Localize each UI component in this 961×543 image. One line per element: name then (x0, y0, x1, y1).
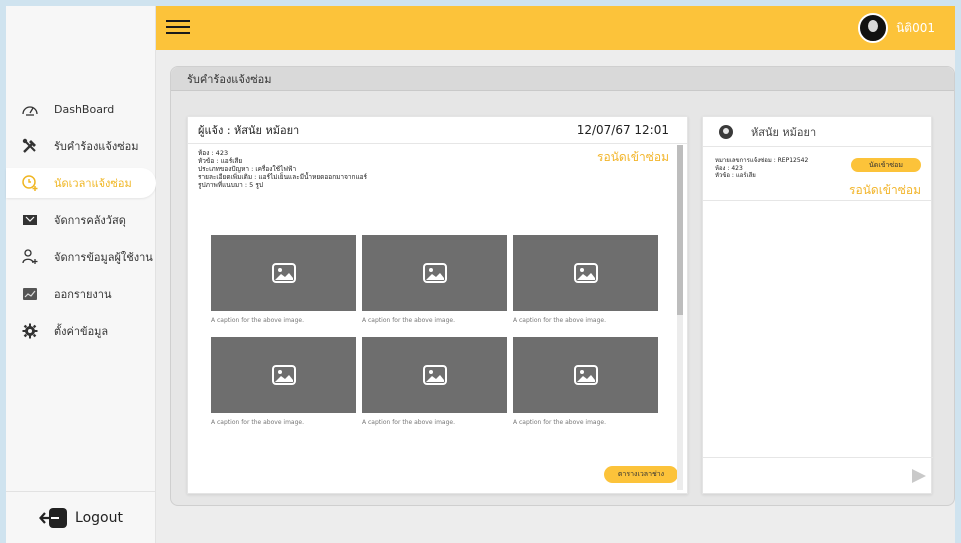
user-menu[interactable]: นิติ001 (858, 13, 935, 43)
sidebar: DashBoard รับคำร้องแจ้งซ่อม นัดเวลาแจ้งซ… (6, 6, 156, 543)
detail-line: รายละเอียดเพิ่มเติม : แอร์ไม่เย็นและมีน้… (198, 173, 368, 181)
scrollbar[interactable] (677, 145, 683, 490)
sidebar-item-label: จัดการคลังวัสดุ (54, 214, 126, 227)
gear-icon (20, 321, 40, 341)
image-placeholder[interactable] (513, 235, 658, 311)
logout-label: Logout (75, 509, 123, 526)
sidebar-item-inventory[interactable]: จัดการคลังวัสดุ (6, 205, 156, 235)
image-caption: A caption for the above image. (211, 317, 305, 324)
tools-icon (20, 136, 40, 156)
appoint-repair-button[interactable]: นัดเข้าซ่อม (851, 158, 921, 172)
chat-input-bar (703, 457, 933, 493)
gallery-item[interactable]: A caption for the above image. (211, 235, 356, 324)
chat-header: หัสนัย หม้อยา (703, 117, 931, 147)
sidebar-item-repair-requests[interactable]: รับคำร้องแจ้งซ่อม (6, 131, 156, 161)
page-title: รับคำร้องแจ้งซ่อม (171, 67, 954, 91)
detail-line: ประเภทของปัญหา : เครื่องใช้ไฟฟ้า (198, 165, 297, 173)
gallery-item[interactable]: A caption for the above image. (513, 235, 658, 324)
image-icon (422, 365, 447, 385)
image-caption: A caption for the above image. (362, 419, 456, 426)
sidebar-item-appointments[interactable]: นัดเวลาแจ้งซ่อม (6, 168, 156, 198)
image-icon (573, 263, 598, 283)
sidebar-item-label: ออกรายงาน (54, 288, 112, 301)
image-caption: A caption for the above image. (362, 317, 456, 324)
gallery-item[interactable]: A caption for the above image. (362, 337, 507, 426)
user-add-icon (20, 247, 40, 267)
message-input[interactable] (715, 468, 895, 484)
sidebar-item-settings[interactable]: ตั้งค่าข้อมูล (6, 316, 156, 346)
report-icon (20, 284, 40, 304)
send-icon[interactable] (911, 468, 927, 484)
image-placeholder[interactable] (513, 337, 658, 413)
status-badge: รอนัดเข้าซ่อม (849, 183, 921, 197)
gallery-item[interactable]: A caption for the above image. (362, 235, 507, 324)
gallery-item[interactable]: A caption for the above image. (513, 337, 658, 426)
clock-plus-icon (20, 173, 40, 193)
report-header: ผู้แจ้ง : หัสนัย หม้อยา 12/07/67 12:01 (188, 117, 687, 144)
sidebar-item-label: รับคำร้องแจ้งซ่อม (54, 140, 139, 153)
logout-button[interactable]: Logout (6, 491, 156, 543)
sidebar-item-dashboard[interactable]: DashBoard (6, 94, 156, 124)
technician-schedule-button[interactable]: ตารางเวลาช่าง (604, 466, 678, 483)
image-caption: A caption for the above image. (513, 419, 607, 426)
detail-line: หัวข้อ : แอร์เสีย (198, 157, 243, 165)
chat-user-name: หัสนัย หม้อยา (751, 125, 817, 139)
sidebar-item-label: จัดการข้อมูลผู้ใช้งาน (54, 251, 153, 264)
report-details: ห้อง : 423 หัวข้อ : แอร์เสีย ประเภทของปั… (198, 149, 367, 189)
top-bar: นิติ001 (156, 6, 955, 50)
gauge-icon (20, 99, 40, 119)
request-summary: หมายเลขการแจ้งซ่อม : REP12542 ห้อง : 423… (703, 147, 931, 201)
sidebar-item-label: DashBoard (54, 102, 115, 116)
logout-icon (39, 507, 69, 529)
image-icon (422, 263, 447, 283)
request-line: หมายเลขการแจ้งซ่อม : REP12542 (715, 157, 809, 164)
box-icon (20, 210, 40, 230)
detail-line: ห้อง : 423 (198, 149, 229, 157)
image-icon (573, 365, 598, 385)
image-placeholder[interactable] (362, 235, 507, 311)
gallery-item[interactable]: A caption for the above image. (211, 337, 356, 426)
request-info: หมายเลขการแจ้งซ่อม : REP12542 ห้อง : 423… (715, 157, 808, 180)
image-placeholder[interactable] (362, 337, 507, 413)
request-line: หัวข้อ : แอร์เสีย (715, 172, 756, 179)
detail-line: รูปภาพที่แนบมา : 5 รูป (198, 181, 263, 189)
request-line: ห้อง : 423 (715, 164, 743, 172)
report-datetime: 12/07/67 12:01 (576, 123, 669, 137)
image-icon (271, 365, 296, 385)
chat-panel: หัสนัย หม้อยา หมายเลขการแจ้งซ่อม : REP12… (702, 116, 933, 494)
image-caption: A caption for the above image. (211, 419, 305, 426)
sidebar-item-reports[interactable]: ออกรายงาน (6, 279, 156, 309)
report-card: ผู้แจ้ง : หัสนัย หม้อยา 12/07/67 12:01 ห… (187, 116, 688, 494)
image-icon (271, 263, 296, 283)
status-badge: รอนัดเข้าซ่อม (597, 150, 669, 164)
sidebar-item-label: นัดเวลาแจ้งซ่อม (54, 177, 132, 190)
image-placeholder[interactable] (211, 235, 356, 311)
avatar (858, 13, 889, 43)
scrollbar-thumb[interactable] (677, 145, 683, 315)
sidebar-nav: DashBoard รับคำร้องแจ้งซ่อม นัดเวลาแจ้งซ… (6, 94, 156, 353)
image-placeholder[interactable] (211, 337, 356, 413)
reporter-name: ผู้แจ้ง : หัสนัย หม้อยา (198, 124, 300, 137)
sidebar-item-users[interactable]: จัดการข้อมูลผู้ใช้งาน (6, 242, 156, 272)
sidebar-item-label: ตั้งค่าข้อมูล (54, 325, 109, 338)
hamburger-menu-icon[interactable] (166, 16, 190, 40)
user-name: นิติ001 (896, 20, 935, 35)
image-caption: A caption for the above image. (513, 317, 607, 324)
user-icon (719, 124, 733, 139)
